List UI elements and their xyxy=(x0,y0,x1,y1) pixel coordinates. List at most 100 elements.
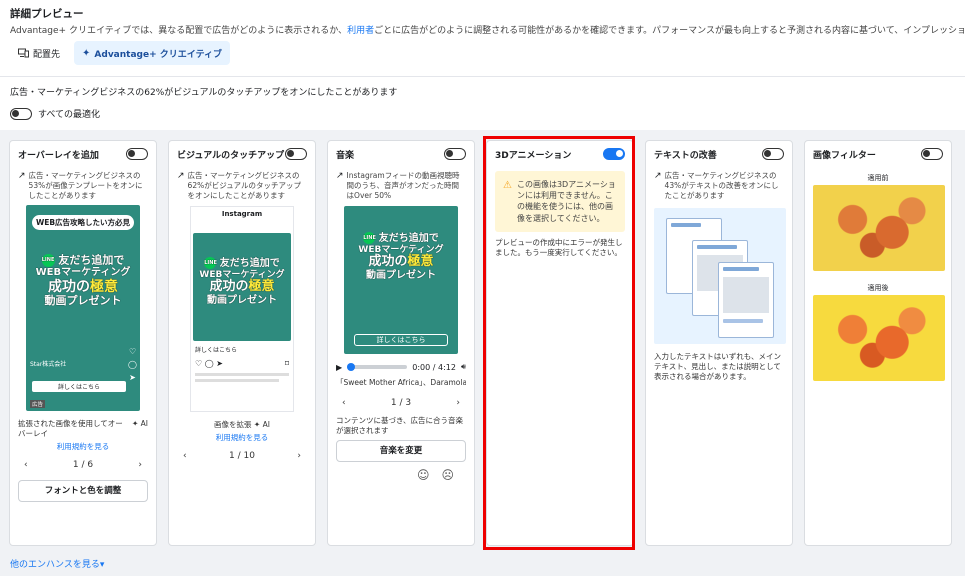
tab-advantage-creative[interactable]: ✦ Advantage+ クリエイティブ xyxy=(74,41,231,65)
caret-down-icon: ▾ xyxy=(99,560,105,570)
trend-icon: ↗ xyxy=(18,171,26,181)
instagram-logo: Instagram xyxy=(221,210,263,219)
card-note: 広告・マーケティングビジネスの62%がビジュアルのタッチアップをオンにしたことが… xyxy=(187,171,301,200)
all-optimizations-label: すべての最適化 xyxy=(38,110,101,120)
terms-link[interactable]: 利用規約を見る xyxy=(18,441,148,452)
all-optimizations-toggle[interactable] xyxy=(10,107,32,120)
card-title: 画像フィルター xyxy=(813,150,876,161)
trend-icon: ↗ xyxy=(654,171,662,181)
card-image-filter: 画像フィルター 適用前 適用後 xyxy=(804,140,952,546)
share-icon: ➤ xyxy=(129,373,136,383)
comment-icon: ◯ xyxy=(128,360,137,370)
placement-icon xyxy=(18,48,29,58)
prev-arrow-icon[interactable]: ‹ xyxy=(342,398,346,408)
pager-label: 1 / 6 xyxy=(72,459,94,470)
progress-bar[interactable] xyxy=(347,363,408,372)
ai-icon: ✦ xyxy=(131,419,139,429)
summary-stat: 広告・マーケティングビジネスの62%がビジュアルのタッチアップをオンにしたことが… xyxy=(10,88,398,98)
prev-arrow-icon[interactable]: ‹ xyxy=(183,451,187,461)
card-note: Instagramフィードの動画視聴時間のうち、音声がオンだった時間はOver … xyxy=(346,171,460,200)
smile-feedback-icon[interactable]: ☺ xyxy=(417,468,430,482)
card-title: 音楽 xyxy=(336,150,355,161)
prev-arrow-icon[interactable]: ‹ xyxy=(24,460,28,470)
3d-animation-toggle[interactable] xyxy=(603,148,625,160)
volume-icon[interactable]: 🔊︎ xyxy=(461,362,466,372)
pager-label: 1 / 10 xyxy=(229,451,255,461)
music-pager: ‹ 1 / 3 › xyxy=(336,398,466,408)
card-visual-touchup: ビジュアルのタッチアップ ↗ 広告・マーケティングビジネスの62%がビジュアルの… xyxy=(168,140,316,546)
audio-player: ▶ 0:00 / 4:12 🔊︎ xyxy=(336,362,466,372)
sparkle-icon: ✦ xyxy=(82,47,91,59)
enhancement-panels: オーバーレイを追加 ↗ 広告・マーケティングビジネスの53%が画像テンプレートを… xyxy=(0,130,965,576)
action-icons: ♡ ◯ ➤ xyxy=(195,359,223,369)
ad-preview: WEB広告攻略したい方必見 LINE 友だち追加で WEBマーケティング 成功の… xyxy=(26,205,140,412)
warning-icon: ⚠ xyxy=(503,180,512,191)
next-arrow-icon[interactable]: › xyxy=(138,460,142,470)
cta-link: 詳しくはこちら xyxy=(195,347,238,355)
text-variations-illustration xyxy=(654,208,786,345)
after-image xyxy=(813,295,945,381)
trend-icon: ↗ xyxy=(336,171,344,181)
card-caption: 入力したテキストはいずれも、メインテキスト、見出し、または説明として表示される場… xyxy=(654,352,782,381)
header: 詳細プレビュー Advantage+ クリエイティブでは、異なる配置で広告がどの… xyxy=(0,0,965,77)
card-title: ビジュアルのタッチアップ xyxy=(177,150,285,161)
before-label: 適用前 xyxy=(867,174,889,182)
preview-cta-button: 詳しくはこちら xyxy=(32,381,126,393)
preview-cta-button: 詳しくはこちら xyxy=(354,334,448,347)
next-arrow-icon[interactable]: › xyxy=(456,398,460,408)
card-caption: コンテンツに基づき、広告に合う音楽が選択されます xyxy=(336,416,463,435)
card-text-improvement: テキストの改善 ↗ 広告・マーケティングビジネスの43%がテキストの改善をオンに… xyxy=(645,140,793,546)
change-music-button[interactable]: 音楽を変更 xyxy=(336,439,466,462)
card-3d-animation: 3Dアニメーション ⚠ この画像は3Dアニメーションには利用できません。この機能… xyxy=(486,140,634,546)
overlay-pager: ‹ 1 / 6 › xyxy=(18,460,148,470)
audience-link[interactable]: 利用者 xyxy=(347,26,374,36)
line-logo-icon: LINE xyxy=(204,257,217,270)
adjust-font-color-button[interactable]: フォントと色を調整 xyxy=(18,479,148,502)
text-improvement-toggle[interactable] xyxy=(762,148,784,160)
card-music: 音楽 ↗ Instagramフィードの動画視聴時間のうち、音声がオンだった時間は… xyxy=(327,140,475,546)
card-overlay: オーバーレイを追加 ↗ 広告・マーケティングビジネスの53%が画像テンプレートを… xyxy=(9,140,157,546)
like-icon: ♡ xyxy=(128,347,137,357)
ad-preview: LINE 友だち追加で WEBマーケティング 成功の極意 動画プレゼント 詳しく… xyxy=(344,206,458,355)
terms-link[interactable]: 利用規約を見る xyxy=(177,432,307,443)
overlay-toggle[interactable] xyxy=(126,148,148,160)
see-more-enhancements-link[interactable]: 他のエンハンスを見る▾ xyxy=(10,557,104,570)
touchup-pager: ‹ 1 / 10 › xyxy=(177,451,307,461)
card-title: 3Dアニメーション xyxy=(495,150,572,161)
preview-banner: WEB広告攻略したい方必見 xyxy=(32,215,134,231)
play-icon[interactable]: ▶ xyxy=(336,363,342,372)
after-label: 適用後 xyxy=(867,284,889,292)
next-arrow-icon[interactable]: › xyxy=(297,451,301,461)
music-toggle[interactable] xyxy=(444,148,466,160)
ai-icon: ✦ xyxy=(253,420,261,430)
instagram-preview: Instagram LINE 友だち追加で WEBマーケティング 成功の極意 動… xyxy=(190,206,294,413)
frown-feedback-icon[interactable]: ☹ xyxy=(441,468,454,482)
bookmark-icon: ⌑ xyxy=(284,359,289,369)
image-filter-toggle[interactable] xyxy=(921,148,943,160)
line-logo-icon: LINE xyxy=(41,254,55,268)
store-name: Star株式会社 xyxy=(30,361,67,369)
ad-label: 広告 xyxy=(30,400,46,409)
tab-placements[interactable]: 配置先 xyxy=(10,41,68,65)
card-title: テキストの改善 xyxy=(654,150,717,161)
trend-icon: ↗ xyxy=(177,171,185,181)
tab-bar: 配置先 ✦ Advantage+ クリエイティブ xyxy=(10,41,955,65)
summary: 広告・マーケティングビジネスの62%がビジュアルのタッチアップをオンにしたことが… xyxy=(0,77,965,130)
before-image xyxy=(813,185,945,271)
touchup-toggle[interactable] xyxy=(285,148,307,160)
page-description: Advantage+ クリエイティブでは、異なる配置で広告がどのように表示される… xyxy=(10,26,965,36)
pager-label: 1 / 3 xyxy=(390,398,412,408)
error-text: プレビューの作成中にエラーが発生しました。もう一度実行してください。 xyxy=(495,237,623,257)
time-display: 0:00 / 4:12 xyxy=(412,362,456,372)
card-note: 広告・マーケティングビジネスの43%がテキストの改善をオンにしたことがあります xyxy=(664,171,779,200)
warning-text: この画像は3Dアニメーションには利用できません。この機能を使うには、他の画像を選… xyxy=(516,180,616,223)
line-logo-icon: LINE xyxy=(363,232,376,245)
card-note: 広告・マーケティングビジネスの53%が画像テンプレートをオンにしたことがあります xyxy=(28,171,143,200)
page-title: 詳細プレビュー xyxy=(10,8,84,20)
warning-box: ⚠ この画像は3Dアニメーションには利用できません。この機能を使うには、他の画像… xyxy=(495,171,625,232)
card-caption: 拡張された画像を使用してオーバーレイ xyxy=(18,419,123,438)
track-name: 「Sweet Mother Africa」、Daramola xyxy=(336,378,466,388)
card-caption: 画像を拡張 xyxy=(214,420,252,430)
card-title: オーバーレイを追加 xyxy=(18,150,99,161)
all-optimizations-row: すべての最適化 xyxy=(10,107,955,120)
